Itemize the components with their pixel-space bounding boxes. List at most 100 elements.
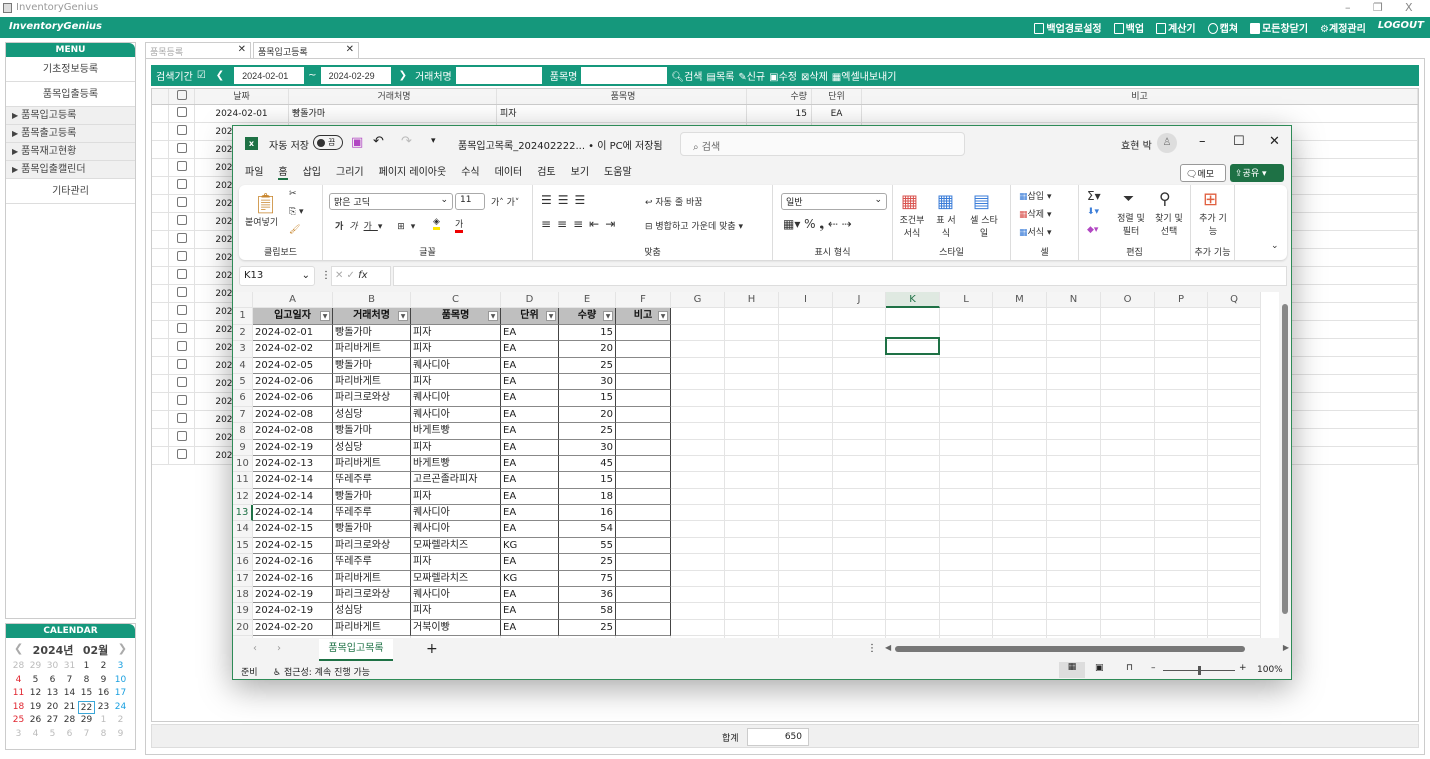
autosave-toggle[interactable]: 끔 — [313, 135, 343, 150]
cell[interactable] — [671, 390, 725, 407]
undo-icon[interactable]: ↶ — [373, 134, 384, 149]
cell[interactable]: 성심당 — [333, 603, 411, 620]
cell[interactable] — [671, 472, 725, 489]
cell[interactable] — [1047, 587, 1101, 604]
ribbon-tab[interactable]: 검토 — [537, 163, 555, 180]
cell[interactable] — [1155, 390, 1208, 407]
cell[interactable]: 75 — [559, 570, 616, 588]
cell[interactable] — [725, 357, 779, 374]
column-header[interactable]: L — [940, 292, 993, 309]
cell[interactable]: 2024-02-20 — [253, 619, 333, 637]
cell[interactable] — [1208, 636, 1261, 638]
row-header[interactable]: 4 — [233, 357, 253, 374]
cell[interactable] — [1155, 570, 1208, 588]
next-period-icon[interactable]: ❯ — [399, 70, 407, 81]
column-header[interactable]: H — [725, 292, 779, 309]
calendar-day[interactable]: 15 — [78, 687, 95, 701]
calendar-day[interactable]: 29 — [27, 660, 44, 674]
cell[interactable]: EA — [501, 603, 559, 620]
cell[interactable] — [1208, 373, 1261, 391]
conditional-format-button[interactable]: 조건부 서식 — [897, 213, 927, 239]
calendar-day[interactable]: 16 — [95, 687, 112, 701]
cell[interactable] — [1047, 439, 1101, 456]
cell[interactable] — [1101, 308, 1155, 325]
cell[interactable]: 2024-02-15 — [253, 537, 333, 555]
cell[interactable] — [940, 439, 993, 456]
cell[interactable] — [1101, 341, 1155, 358]
cell[interactable]: 피자 — [411, 439, 501, 456]
paste-icon[interactable]: 📋︎ — [253, 191, 278, 215]
cell[interactable]: 거북이빵 — [411, 619, 501, 637]
cell[interactable] — [616, 341, 671, 358]
cell[interactable]: EA — [501, 554, 559, 571]
row-checkbox[interactable] — [169, 231, 195, 248]
maximize-button[interactable]: ☐ — [1233, 134, 1245, 149]
cell[interactable] — [671, 587, 725, 604]
cell[interactable]: 모짜렐라치즈 — [411, 537, 501, 555]
cell[interactable] — [940, 587, 993, 604]
redo-icon[interactable]: ↷ — [401, 134, 412, 149]
cell[interactable] — [940, 455, 993, 473]
cell[interactable]: 36 — [559, 587, 616, 604]
share-button[interactable]: ⇪공유 ▾ — [1230, 164, 1284, 182]
cell[interactable] — [833, 619, 886, 637]
cell[interactable]: 파리바게트 — [333, 455, 411, 473]
cell[interactable]: 뚜레주루 — [333, 554, 411, 571]
cell[interactable]: 2024-02-01 — [253, 324, 333, 342]
cell[interactable]: 파리바게트 — [333, 619, 411, 637]
cell[interactable] — [1155, 488, 1208, 506]
cell[interactable] — [1101, 505, 1155, 522]
cell[interactable]: KG — [501, 537, 559, 555]
cell[interactable]: EA — [501, 390, 559, 407]
format-table-button[interactable]: 표 서식 — [933, 213, 959, 239]
cell[interactable] — [1101, 521, 1155, 538]
cell[interactable]: 모짜렐라치즈 — [411, 570, 501, 588]
cell[interactable] — [833, 455, 886, 473]
cell[interactable] — [1208, 554, 1261, 571]
cell[interactable] — [779, 521, 833, 538]
submenu-inbound[interactable]: ▶ 품목입고등록 — [6, 107, 135, 125]
fill-color-icon[interactable]: ◈ — [433, 217, 440, 230]
cell[interactable]: 25 — [559, 619, 616, 637]
cell[interactable] — [886, 488, 940, 506]
filter-dropdown-icon[interactable]: ▼ — [488, 311, 498, 322]
cell[interactable] — [1208, 324, 1261, 342]
calendar-day[interactable]: 5 — [44, 728, 61, 742]
cell[interactable]: 성심당 — [333, 406, 411, 424]
cell[interactable]: 파리크로와상 — [333, 390, 411, 407]
ribbon-tab[interactable]: 수식 — [461, 163, 479, 180]
cell[interactable] — [725, 619, 779, 637]
format-table-icon[interactable]: ▦ — [937, 191, 954, 212]
cell[interactable]: 2024-02-14 — [253, 488, 333, 506]
calendar-day[interactable]: 19 — [27, 701, 44, 715]
cell[interactable] — [779, 554, 833, 571]
restore-button[interactable]: ❐ — [1373, 1, 1383, 14]
cell[interactable]: 빵돌가마 — [333, 488, 411, 506]
cell[interactable] — [725, 373, 779, 391]
cell[interactable] — [833, 357, 886, 374]
cell[interactable] — [1101, 455, 1155, 473]
prev-month-icon[interactable]: ❮ — [14, 642, 23, 658]
cell[interactable] — [616, 537, 671, 555]
calendar-day[interactable]: 7 — [78, 728, 95, 742]
item-input[interactable] — [581, 67, 668, 84]
cell-style-icon[interactable]: ▤ — [973, 191, 990, 212]
cell[interactable] — [833, 488, 886, 506]
merge-center-button[interactable]: ⊟ 병합하고 가운데 맞춤 ▾ — [645, 219, 743, 232]
cell[interactable] — [993, 505, 1047, 522]
cell[interactable]: 2024-02-15 — [253, 521, 333, 538]
cell[interactable] — [616, 570, 671, 588]
cell[interactable] — [993, 357, 1047, 374]
font-style-icons[interactable]: 가가가▾ ⊞▾ — [335, 219, 421, 232]
calendar-day[interactable]: 28 — [61, 714, 78, 728]
cell[interactable]: EA — [501, 423, 559, 440]
row-header[interactable]: 1 — [233, 308, 253, 325]
cell[interactable] — [1047, 324, 1101, 342]
cell[interactable]: 뚜레주루 — [333, 505, 411, 522]
column-header[interactable]: J — [833, 292, 886, 309]
grow-font-icon[interactable]: 가˄ 가˅ — [491, 195, 519, 208]
cell[interactable]: 바게트빵 — [411, 455, 501, 473]
calendar-day[interactable]: 25 — [10, 714, 27, 728]
zoom-in-icon[interactable]: + — [1239, 663, 1247, 673]
row-header[interactable]: 12 — [233, 488, 253, 506]
